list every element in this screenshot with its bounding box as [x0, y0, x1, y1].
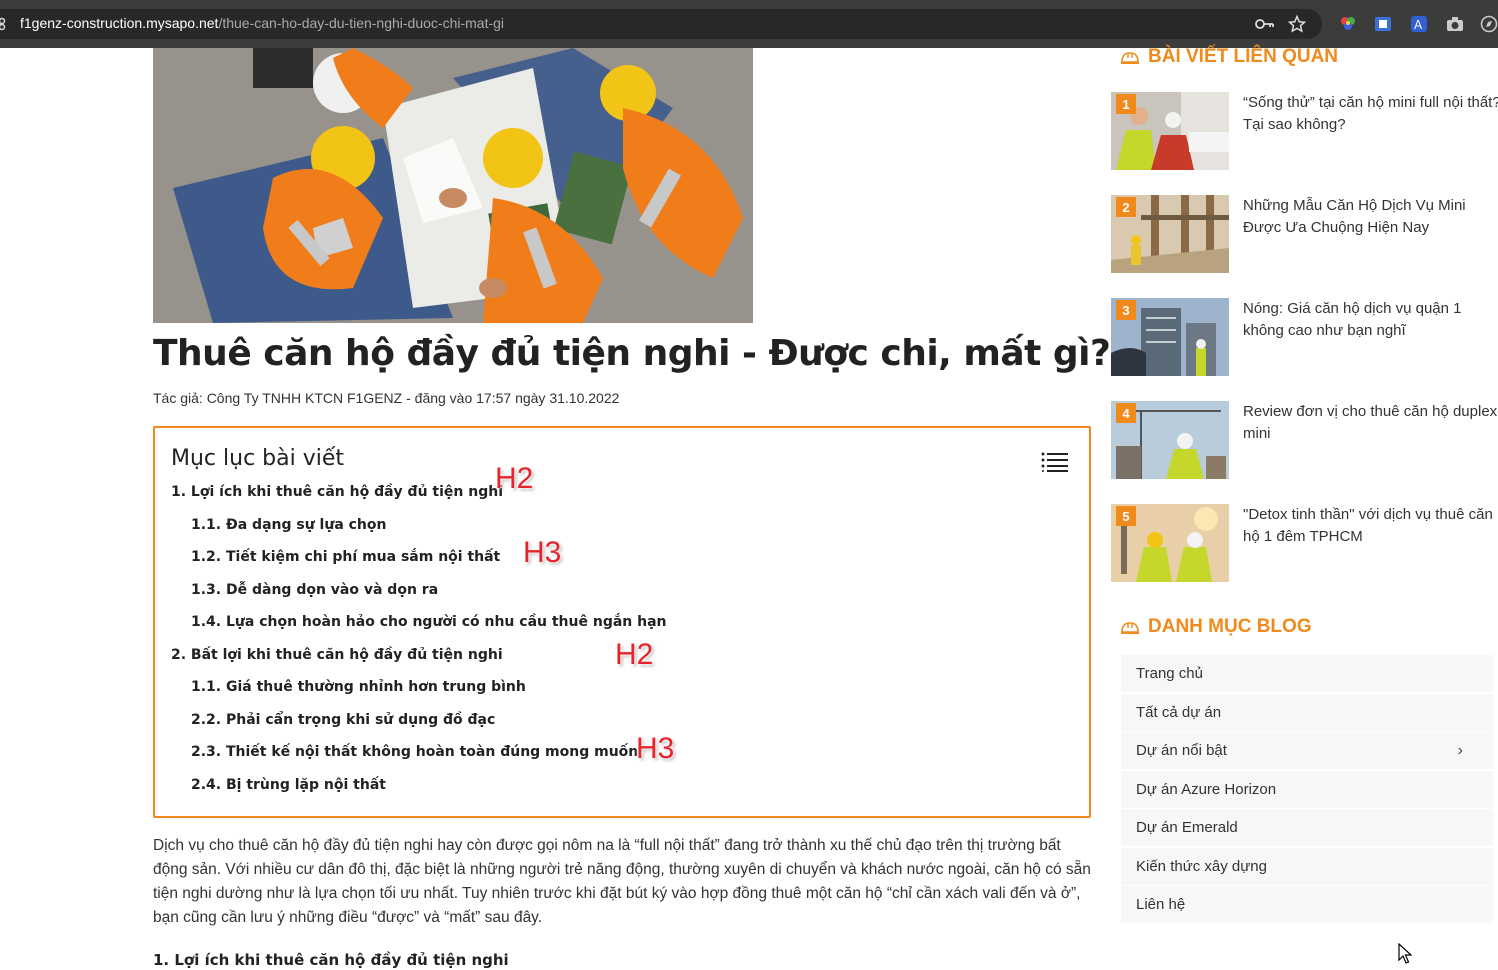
rank-badge: 1	[1116, 94, 1136, 114]
article-title: Thuê căn hộ đầy đủ tiện nghi - Được chi,…	[153, 333, 1111, 374]
browser-toolbar: f1genz-construction.mysapo.net/thue-can-…	[0, 0, 1498, 48]
related-posts-heading: BÀI VIẾT LIÊN QUAN	[1120, 46, 1338, 68]
chevron-right-icon[interactable]: ›	[1458, 742, 1463, 760]
related-post[interactable]: 4 Review đơn vị cho thuê căn hộ duplex m…	[1111, 401, 1498, 481]
article-hero-image	[153, 48, 753, 323]
toc-link[interactable]: 2.2. Phải cẩn trọng khi sử dụng đồ đạc	[191, 712, 495, 728]
list-toggle-icon[interactable]	[1041, 452, 1069, 472]
mouse-cursor-icon	[1398, 943, 1412, 964]
password-key-icon[interactable]	[1255, 14, 1275, 34]
toc-link[interactable]: 1. Lợi ích khi thuê căn hộ đầy đủ tiện n…	[171, 484, 503, 500]
translate-extension-icon[interactable]	[1373, 14, 1393, 34]
heading-level-annotation: H3	[636, 732, 675, 765]
color-picker-extension-icon[interactable]	[1338, 14, 1358, 34]
related-post-title[interactable]: Nóng: Giá căn hộ dịch vụ quận 1 không ca…	[1243, 298, 1498, 342]
related-post-title[interactable]: Review đơn vị cho thuê căn hộ duplex min…	[1243, 401, 1498, 445]
category-item[interactable]: Dự án Emerald	[1121, 809, 1493, 846]
toc-title: Mục lục bài viết	[171, 446, 345, 471]
category-item[interactable]: Kiến thức xây dựng	[1121, 847, 1493, 885]
category-label: Dự án nổi bật	[1136, 742, 1227, 759]
rank-badge: 5	[1116, 506, 1136, 526]
toc-link[interactable]: 2. Bất lợi khi thuê căn hộ đầy đủ tiện n…	[171, 647, 503, 663]
hardhat-icon	[1121, 52, 1139, 64]
toc-link[interactable]: 1.1. Giá thuê thường nhỉnh hơn trung bìn…	[191, 679, 526, 695]
heading-level-annotation: H3	[523, 536, 562, 569]
category-item[interactable]: Tất cả dự án	[1121, 693, 1493, 731]
related-post-title[interactable]: “Sống thử” tại căn hộ mini full nội thất…	[1243, 92, 1498, 136]
related-post[interactable]: 1 “Sống thử” tại căn hộ mini full nội th…	[1111, 92, 1498, 172]
toc-link[interactable]: 1.2. Tiết kiệm chi phí mua sắm nội thất	[191, 549, 500, 565]
toc-link[interactable]: 2.3. Thiết kế nội thất không hoàn toàn đ…	[191, 744, 638, 760]
related-post-title[interactable]: Những Mẫu Căn Hộ Dịch Vụ Mini Được Ưa Ch…	[1243, 195, 1498, 239]
font-extension-icon[interactable]: A	[1409, 14, 1429, 34]
heading-level-annotation: H2	[615, 638, 654, 671]
table-of-contents: Mục lục bài viết 1. Lợi ích khi thuê căn…	[153, 426, 1091, 818]
article-intro: Dịch vụ cho thuê căn hộ đầy đủ tiện nghi…	[153, 837, 1091, 926]
url-text[interactable]: f1genz-construction.mysapo.net/thue-can-…	[20, 15, 504, 31]
url-path: /thue-can-ho-day-du-tien-nghi-duoc-chi-m…	[218, 15, 505, 31]
url-host: f1genz-construction.mysapo.net	[20, 15, 219, 31]
svg-text:A: A	[1414, 18, 1423, 32]
heading-level-annotation: H2	[495, 462, 534, 495]
blog-categories-heading: DANH MỤC BLOG	[1120, 616, 1312, 638]
rank-badge: 3	[1116, 300, 1136, 320]
toc-link[interactable]: 1.4. Lựa chọn hoàn hảo cho người có nhu …	[191, 614, 667, 630]
compass-extension-icon[interactable]	[1479, 14, 1498, 34]
category-item[interactable]: Trang chủ	[1121, 655, 1493, 692]
section-heading: 1. Lợi ích khi thuê căn hộ đầy đủ tiện n…	[153, 951, 509, 969]
toc-link[interactable]: 1.3. Dễ dàng dọn vào và dọn ra	[191, 582, 438, 598]
category-item[interactable]: Liên hệ	[1121, 886, 1493, 923]
rank-badge: 2	[1116, 197, 1136, 217]
rank-badge: 4	[1116, 403, 1136, 423]
related-posts-heading-text: BÀI VIẾT LIÊN QUAN	[1148, 46, 1339, 67]
blog-category-list: Trang chủ Tất cả dự án Dự án nổi bật › D…	[1121, 655, 1493, 925]
category-item[interactable]: Dự án nổi bật ›	[1121, 732, 1493, 769]
category-item[interactable]: Dự án Azure Horizon	[1121, 770, 1493, 808]
related-post[interactable]: 5 "Detox tinh thần" với dịch vụ thuê căn…	[1111, 504, 1498, 584]
site-info-icon[interactable]	[0, 17, 10, 31]
camera-extension-icon[interactable]	[1445, 14, 1465, 34]
toc-link[interactable]: 1.1. Đa dạng sự lựa chọn	[191, 517, 387, 533]
blog-categories-heading-text: DANH MỤC BLOG	[1148, 616, 1312, 637]
related-post-title[interactable]: "Detox tinh thần" với dịch vụ thuê căn h…	[1243, 504, 1498, 548]
hardhat-icon	[1121, 622, 1139, 634]
article-meta: Tác giả: Công Ty TNHH KTCN F1GENZ - đăng…	[153, 390, 620, 406]
bookmark-star-icon[interactable]	[1287, 14, 1307, 34]
related-post[interactable]: 3 Nóng: Giá căn hộ dịch vụ quận 1 không …	[1111, 298, 1498, 378]
related-post[interactable]: 2 Những Mẫu Căn Hộ Dịch Vụ Mini Được Ưa …	[1111, 195, 1498, 275]
toc-link[interactable]: 2.4. Bị trùng lặp nội thất	[191, 777, 386, 793]
